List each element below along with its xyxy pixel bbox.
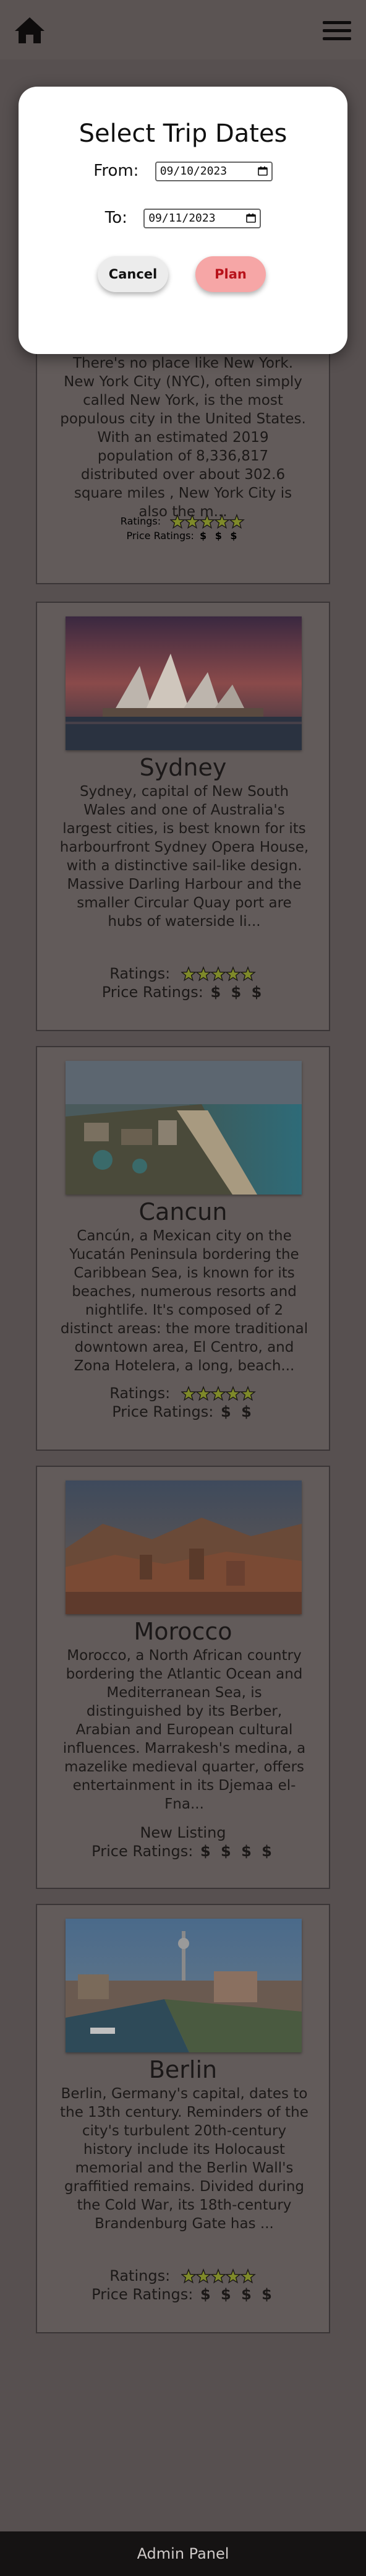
destination-photo xyxy=(66,616,302,750)
star-icon xyxy=(210,1386,226,1401)
price-rating-value: $ $ $ $ xyxy=(200,1843,274,1860)
to-date-row: To: 09/11/2023 xyxy=(19,208,347,228)
destination-description: Morocco, a North African country borderi… xyxy=(62,1648,306,1812)
destination-photo xyxy=(66,1480,302,1614)
star-icon xyxy=(195,2268,211,2284)
star-rating-icon xyxy=(181,966,256,982)
star-icon xyxy=(210,2268,226,2284)
cancel-button[interactable]: Cancel xyxy=(98,256,168,292)
destination-card-morocco[interactable]: Morocco Morocco, a North African country… xyxy=(36,1466,330,1889)
admin-panel-link[interactable]: Admin Panel xyxy=(137,2545,229,2562)
star-icon xyxy=(224,966,241,982)
from-date-value: 09/10/2023 xyxy=(160,164,228,178)
star-icon xyxy=(239,1386,256,1401)
star-icon xyxy=(224,1386,241,1401)
to-label: To: xyxy=(104,209,127,227)
destination-title: Cancun xyxy=(138,1198,228,1225)
price-ratings-label: Price Ratings: xyxy=(92,1843,194,1860)
price-rating-row: Price Ratings: $ $ $ xyxy=(37,983,329,1001)
price-ratings-label: Price Ratings: xyxy=(101,983,203,1001)
star-rating-icon xyxy=(181,2268,256,2284)
destination-description: Cancún, a Mexican city on the Yucatán Pe… xyxy=(60,1228,309,1374)
destination-title: Sydney xyxy=(139,754,227,781)
home-icon[interactable] xyxy=(14,16,46,45)
ratings-label: Ratings: xyxy=(109,965,171,982)
star-icon xyxy=(229,514,245,529)
ratings-label: Ratings: xyxy=(120,515,161,527)
price-rating-value: $ $ $ $ xyxy=(200,2286,274,2303)
star-icon xyxy=(181,2268,197,2284)
star-icon xyxy=(199,514,216,529)
new-listing-label: New Listing xyxy=(140,1824,226,1841)
star-rating-icon xyxy=(170,514,245,529)
ratings-row: Ratings: xyxy=(37,964,329,983)
price-ratings-label: Price Ratings: xyxy=(112,1403,214,1420)
price-ratings-label: Price Ratings: xyxy=(126,530,194,542)
destination-description: Sydney, capital of New South Wales and o… xyxy=(59,784,309,930)
price-rating-value: $ $ xyxy=(221,1403,254,1420)
ratings-row: Ratings: xyxy=(37,2267,329,2285)
price-rating-value: $ $ $ xyxy=(199,530,240,542)
destination-title: Morocco xyxy=(134,1618,232,1645)
star-rating-icon xyxy=(181,1386,256,1401)
star-icon xyxy=(181,966,197,982)
price-rating-row: Price Ratings: $ $ $ xyxy=(36,530,330,542)
star-icon xyxy=(239,2268,256,2284)
price-rating-value: $ $ $ xyxy=(210,983,265,1001)
ratings-row: Ratings: xyxy=(37,1384,329,1403)
select-trip-dates-modal: Select Trip Dates From: 09/10/2023 To: 0… xyxy=(19,87,347,354)
star-icon xyxy=(195,1386,211,1401)
destination-description: Berlin, Germany's capital, dates to the … xyxy=(60,2086,309,2232)
star-icon xyxy=(224,2268,241,2284)
destination-card-cancun[interactable]: Cancun Cancún, a Mexican city on the Yuc… xyxy=(36,1046,330,1451)
destination-photo xyxy=(66,1061,302,1195)
destination-title: Berlin xyxy=(148,2056,218,2083)
star-icon xyxy=(214,514,231,529)
admin-panel-footer[interactable]: Admin Panel xyxy=(0,2531,366,2576)
ratings-label: Ratings: xyxy=(109,2267,171,2284)
star-icon xyxy=(170,514,186,529)
star-icon xyxy=(210,966,226,982)
price-ratings-label: Price Ratings: xyxy=(92,2286,194,2303)
from-date-row: From: 09/10/2023 xyxy=(19,161,347,181)
star-icon xyxy=(239,966,256,982)
from-label: From: xyxy=(93,162,139,180)
destination-card-sydney[interactable]: Sydney Sydney, capital of New South Wale… xyxy=(36,602,330,1031)
price-rating-row: Price Ratings: $ $ xyxy=(37,1403,329,1421)
to-date-input[interactable]: 09/11/2023 xyxy=(143,208,262,228)
plan-button[interactable]: Plan xyxy=(195,256,266,292)
to-date-value: 09/11/2023 xyxy=(148,211,216,225)
star-icon xyxy=(184,514,201,529)
top-navigation-bar xyxy=(0,0,366,59)
destination-description: There's no place like New York. New York… xyxy=(60,355,306,520)
from-date-input[interactable]: 09/10/2023 xyxy=(155,161,273,181)
price-rating-row: Price Ratings: $ $ $ $ xyxy=(37,1842,329,1861)
destination-meta: Ratings: Price Ratings: $ $ $ xyxy=(36,514,330,542)
ratings-label: Ratings: xyxy=(109,1385,171,1402)
price-rating-row: Price Ratings: $ $ $ $ xyxy=(37,2285,329,2304)
destination-card-berlin[interactable]: Berlin Berlin, Germany's capital, dates … xyxy=(36,1904,330,2333)
modal-title: Select Trip Dates xyxy=(79,119,287,148)
star-icon xyxy=(195,966,211,982)
destination-photo xyxy=(66,1919,302,2052)
star-icon xyxy=(181,1386,197,1401)
calendar-icon[interactable] xyxy=(257,166,268,176)
ratings-row: Ratings: xyxy=(36,514,330,530)
calendar-icon[interactable] xyxy=(246,213,257,223)
hamburger-menu-icon[interactable] xyxy=(323,21,351,41)
